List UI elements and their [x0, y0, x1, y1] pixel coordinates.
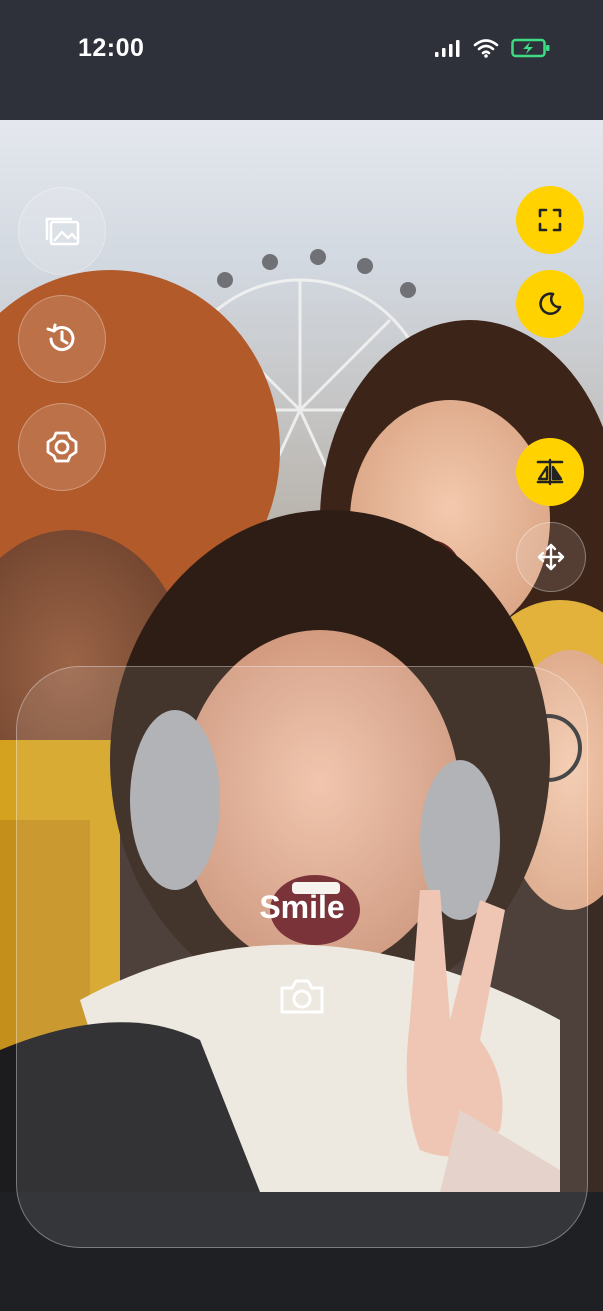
status-time: 12:00	[78, 34, 145, 62]
camera-icon	[280, 979, 324, 1014]
wifi-icon	[473, 39, 499, 58]
gallery-icon	[45, 217, 80, 246]
night-mode-button[interactable]	[516, 270, 584, 338]
history-icon	[46, 323, 75, 352]
camera-screen: 12:00 Smile	[0, 0, 603, 1311]
shutter-button[interactable]	[276, 973, 328, 1019]
gallery-button[interactable]	[18, 187, 106, 275]
flip-icon	[536, 458, 564, 486]
battery-charging-icon	[511, 38, 550, 58]
settings-button[interactable]	[18, 403, 106, 491]
mode-label: Smile	[259, 889, 345, 925]
fullscreen-button[interactable]	[516, 186, 584, 254]
fullscreen-icon	[538, 208, 562, 232]
capture-panel: Smile	[16, 666, 588, 1248]
move-button[interactable]	[516, 522, 586, 592]
status-icons	[435, 38, 551, 58]
history-button[interactable]	[18, 295, 106, 383]
move-arrows-icon	[537, 543, 565, 571]
status-bar: 12:00	[0, 0, 603, 120]
moon-icon	[539, 292, 562, 315]
cellular-signal-icon	[435, 40, 460, 57]
mirror-flip-button[interactable]	[516, 438, 584, 506]
camera-settings-icon	[46, 431, 78, 463]
